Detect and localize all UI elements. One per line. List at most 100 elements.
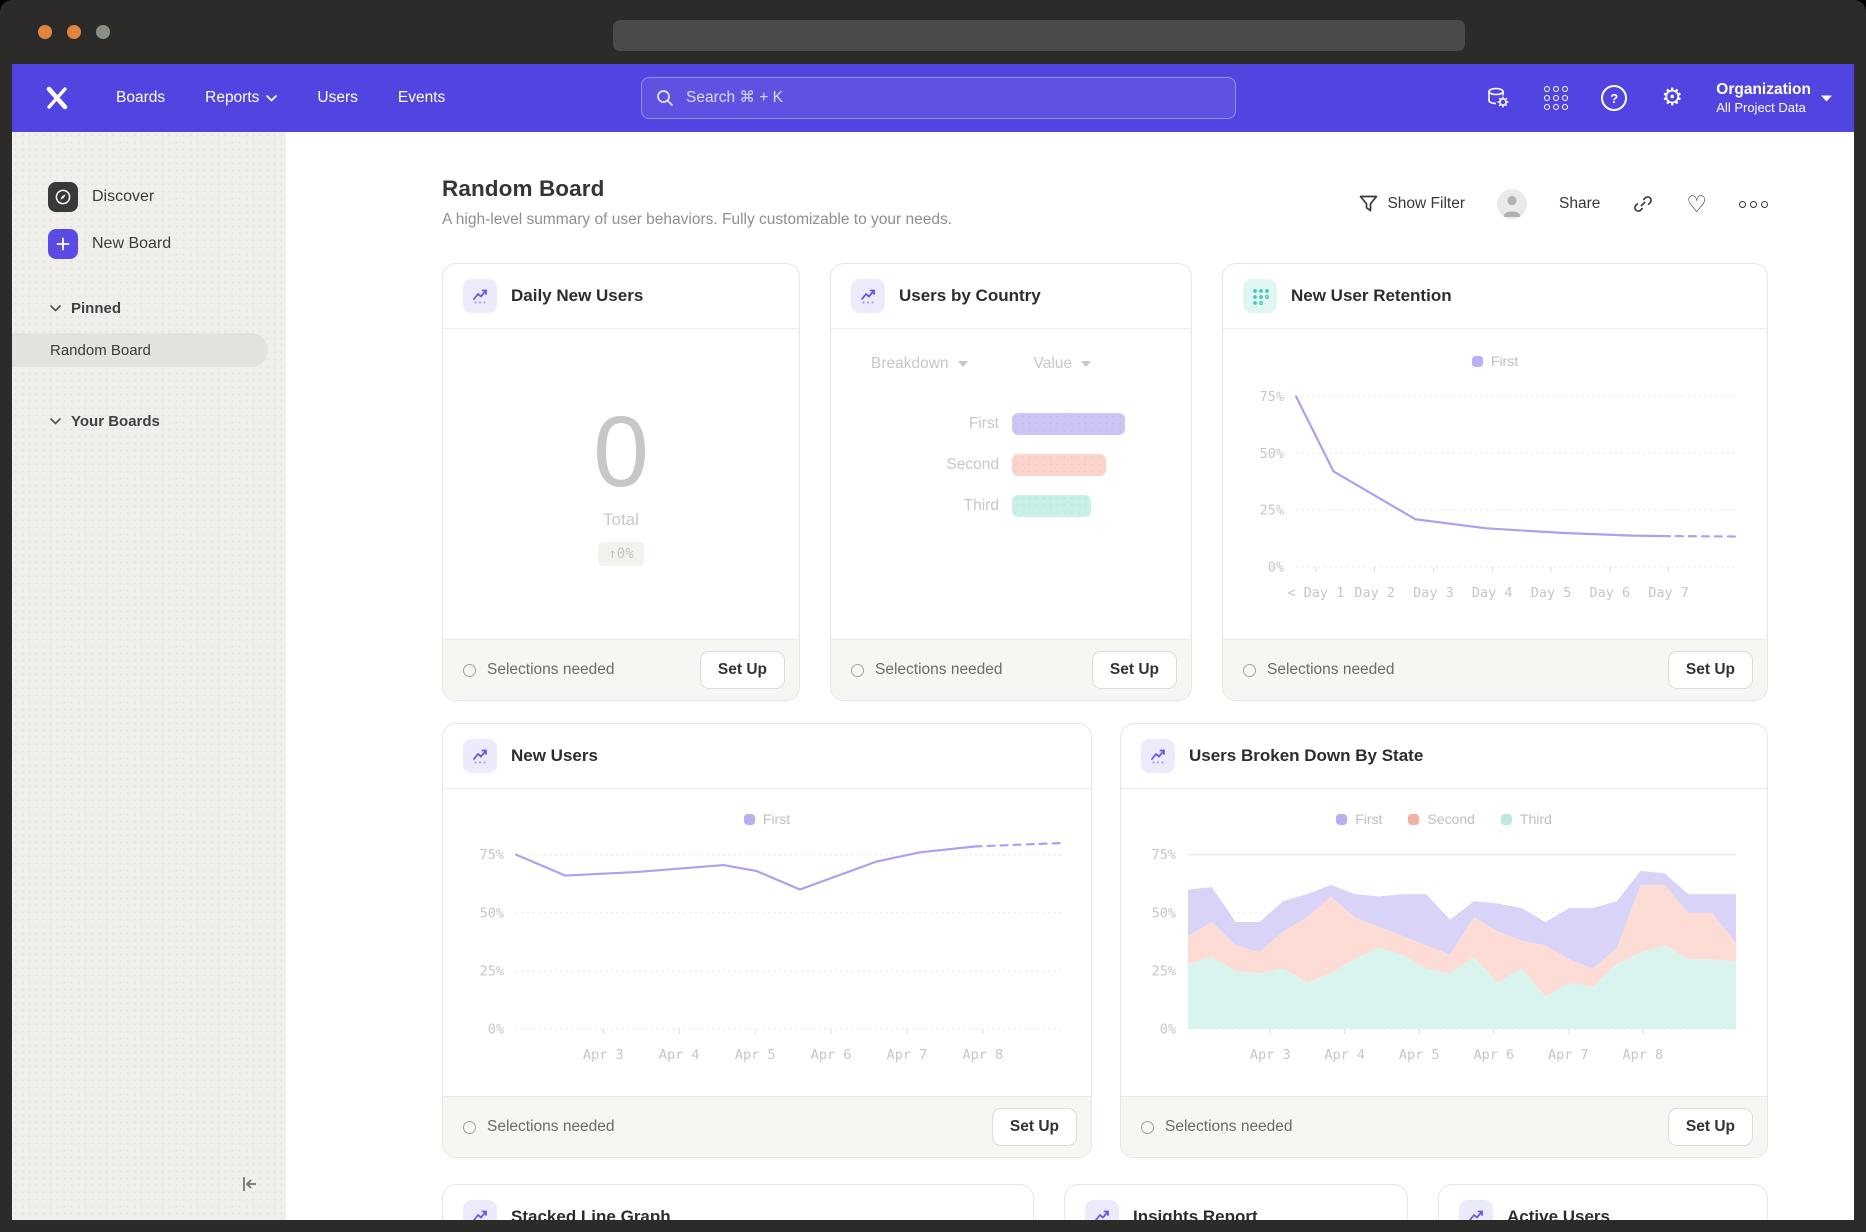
card-title: New User Retention [1291,286,1452,306]
legend-item-first[interactable]: First [744,811,790,827]
sidebar-item-random-board[interactable]: Random Board [12,333,268,367]
avatar[interactable] [1497,189,1527,219]
nav-item-users[interactable]: Users [317,89,357,107]
org-name: Organization [1716,80,1811,99]
empty-circle-icon [851,664,864,677]
sidebar-item-discover[interactable]: Discover [12,182,286,212]
card-row-1: Daily New Users 0 Total ↑0% Selections n… [442,263,1768,701]
search-input[interactable] [684,88,1221,108]
card-footer: Selections needed Set Up [443,639,799,700]
data-management-icon[interactable] [1484,84,1512,112]
series-line [1296,396,1663,536]
big-number-body: 0 Total ↑0% [443,329,799,639]
card-new-users: New Users First 75%50%25%0%Apr 3Apr 4Apr… [442,723,1092,1158]
card-header: New User Retention [1223,264,1767,329]
set-up-button[interactable]: Set Up [1092,651,1177,689]
value-dropdown[interactable]: Value [1034,355,1092,373]
card-footer: Selections needed Set Up [443,1096,1091,1157]
favorite-button[interactable]: ♡ [1686,193,1707,216]
y-axis-label: 75% [1152,847,1176,863]
sidebar-item-label: Random Board [50,342,151,359]
card-active-users: Active Users [1438,1184,1768,1220]
nav-item-reports[interactable]: Reports [205,89,277,107]
sidebar-section-your-boards[interactable]: Your Boards [12,411,286,431]
set-up-button[interactable]: Set Up [1668,651,1753,689]
line-chart-icon [1459,1200,1493,1220]
settings-gear-icon[interactable]: ⚙ [1658,84,1686,112]
x-axis-label: Apr 5 [1399,1047,1440,1063]
chevron-down-icon [50,418,61,425]
database-gear-glyph [1485,85,1511,111]
sidebar-section-label: Pinned [71,300,121,317]
legend-swatch [1501,814,1512,825]
window-titlebar [0,0,1866,64]
mixpanel-logo-icon[interactable] [42,83,72,113]
sidebar-section-pinned[interactable]: Pinned [12,298,286,318]
metric-label: Total [603,510,639,530]
breakdown-dropdown[interactable]: Breakdown [871,355,968,373]
org-switcher[interactable]: Organization All Project Data [1716,80,1832,116]
nav-item-label: Boards [116,89,165,107]
card-title: Insights Report [1133,1207,1258,1220]
search-icon [656,89,674,107]
legend-item-first[interactable]: First [1472,353,1518,369]
line-chart-icon [463,739,497,773]
copy-link-button[interactable] [1632,193,1654,215]
y-axis-label: 75% [480,847,504,863]
set-up-button[interactable]: Set Up [700,651,785,689]
apps-grid-icon[interactable] [1542,84,1570,112]
nav-item-label: Reports [205,89,259,107]
card-row-2: New Users First 75%50%25%0%Apr 3Apr 4Apr… [442,723,1768,1158]
new-users-line-chart: 75%50%25%0%Apr 3Apr 4Apr 5Apr 6Apr 7Apr … [462,833,1072,1065]
chevron-down-icon [1821,95,1832,102]
chart-legend: First Second Third [1121,789,1767,827]
line-chart-icon [463,1200,497,1220]
card-users-by-country: Users by Country Breakdown Value First S… [830,263,1192,701]
page-title: Random Board [442,176,952,202]
search-bar[interactable] [641,77,1236,119]
browser-address-bar[interactable] [613,20,1465,51]
card-header: Stacked Line Graph [443,1185,1033,1220]
window-zoom-button[interactable] [96,25,110,39]
series-line-projection [975,843,1062,846]
top-navbar: Boards Reports Users Events [12,64,1854,132]
card-row-3: Stacked Line Graph Insights Report [442,1184,1768,1220]
sidebar-item-new-board[interactable]: New Board [12,229,286,259]
card-stacked-line-graph: Stacked Line Graph [442,1184,1034,1220]
selections-status: Selections needed [851,661,1003,679]
collapse-left-icon [236,1171,262,1197]
help-icon[interactable]: ? [1600,84,1628,112]
selections-status: Selections needed [463,661,615,679]
share-label: Share [1559,195,1600,213]
board-controls: Show Filter Share [1359,188,1768,220]
chart-legend: First [1223,329,1767,369]
more-options-button[interactable] [1739,201,1768,208]
chevron-down-icon [50,305,61,312]
window-close-button[interactable] [38,25,52,39]
window-minimize-button[interactable] [67,25,81,39]
state-chart-body: First Second Third 75%50%25%0%Apr 3Apr 4… [1121,789,1767,1096]
y-axis-label: 25% [1260,503,1284,519]
legend-label: Second [1427,811,1474,827]
show-filter-button[interactable]: Show Filter [1359,195,1465,213]
set-up-button[interactable]: Set Up [1668,1108,1753,1146]
sidebar-section-label: Your Boards [71,413,160,430]
status-label: Selections needed [875,661,1003,679]
status-label: Selections needed [1165,1118,1293,1136]
status-label: Selections needed [487,661,615,679]
share-button[interactable]: Share [1559,195,1600,213]
y-axis-label: 50% [1260,446,1284,462]
legend-item-third[interactable]: Third [1501,811,1552,827]
card-header: Users by Country [831,264,1191,329]
set-up-button[interactable]: Set Up [992,1108,1077,1146]
nav-item-events[interactable]: Events [398,89,445,107]
nav-item-boards[interactable]: Boards [116,89,165,107]
card-title: Daily New Users [511,286,643,306]
card-title: Users Broken Down By State [1189,746,1423,766]
legend-item-first[interactable]: First [1336,811,1382,827]
x-axis-label: Day 4 [1472,585,1513,601]
caret-down-icon [958,361,968,367]
legend-item-second[interactable]: Second [1408,811,1474,827]
chart-area: 75%50%25%0%< Day 1Day 2Day 3Day 4Day 5Da… [1223,375,1767,608]
collapse-sidebar-button[interactable] [236,1171,262,1202]
